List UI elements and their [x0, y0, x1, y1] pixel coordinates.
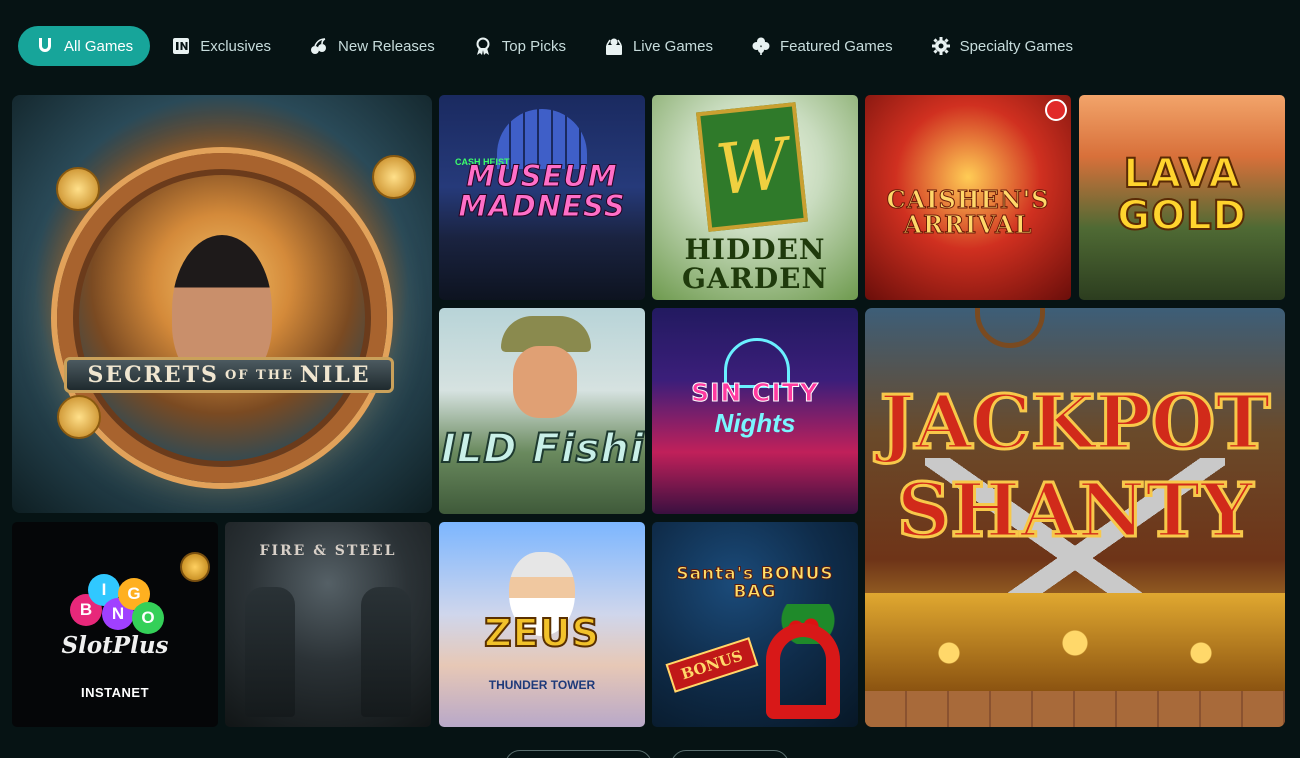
tile-art — [361, 587, 411, 717]
secondary-pager-button[interactable] — [671, 750, 789, 758]
game-subtitle: Nights — [714, 408, 796, 438]
game-title: ZEUS — [483, 611, 600, 655]
game-title-line-2: SHANTY — [895, 467, 1254, 556]
tab-exclusives[interactable]: Exclusives — [154, 26, 288, 66]
bingo-ball: O — [132, 602, 164, 634]
tab-specialty-games[interactable]: Specialty Games — [914, 26, 1090, 66]
bonus-tag: BONUS — [665, 637, 759, 693]
tab-label: New Releases — [338, 37, 435, 55]
tab-featured-games[interactable]: Featured Games — [734, 26, 910, 66]
game-tile-hidden-garden[interactable]: W HIDDEN GARDEN — [652, 95, 858, 300]
tile-art — [245, 587, 295, 717]
game-tile-jackpot-shanty[interactable]: JACKPOT SHANTY — [865, 308, 1285, 727]
game-title-line-1: JACKPOT — [878, 379, 1272, 468]
game-title: MUSEUM MADNESS — [458, 159, 626, 224]
provider-label: INSTANET — [80, 685, 150, 700]
tab-label: Featured Games — [780, 37, 893, 55]
game-title: CAISHEN'S ARRIVAL — [886, 185, 1050, 240]
coin-icon — [372, 155, 416, 199]
game-title: HIDDEN GARDEN — [681, 233, 829, 296]
coin-icon — [56, 167, 100, 211]
tile-art — [865, 691, 1285, 727]
game-title: LAVA GOLD — [1116, 151, 1247, 239]
game-tile-museum-madness[interactable]: CASH HEIST MUSEUM MADNESS — [439, 95, 645, 300]
coin-icon — [57, 395, 101, 439]
game-title: ILD Fishi — [440, 426, 645, 472]
game-tile-sin-city-nights[interactable]: SIN CITY Nights — [652, 308, 858, 514]
ship-wheel-icon — [975, 308, 1045, 348]
in-badge-icon — [171, 36, 191, 56]
gold-coins-art — [865, 593, 1285, 693]
game-title: SECRETS OF THE NILE — [64, 357, 394, 393]
game-tile-fire-and-steel[interactable]: FIRE & STEEL — [225, 522, 431, 727]
tab-all-games[interactable]: All Games — [18, 26, 151, 66]
category-nav: All Games Exclusives New Releases Top Pi… — [18, 26, 1090, 66]
book-icon: W — [696, 102, 808, 232]
clover-icon — [751, 36, 771, 56]
game-tile-wild-fishing[interactable]: ILD Fishi — [439, 308, 645, 514]
game-tile-zeus-thunder-tower[interactable]: ZEUS THUNDER TOWER — [439, 522, 645, 727]
cherries-icon — [309, 36, 329, 56]
tab-top-picks[interactable]: Top Picks — [456, 26, 583, 66]
award-ribbon-icon — [473, 36, 493, 56]
tab-label: Top Picks — [501, 37, 566, 55]
horseshoe-icon — [35, 36, 55, 56]
tab-label: Exclusives — [200, 37, 272, 55]
tile-art — [513, 346, 577, 418]
game-tile-lava-gold[interactable]: LAVA GOLD — [1079, 95, 1285, 300]
game-subtitle: THUNDER TOWER — [488, 678, 596, 692]
game-tile-secrets-of-the-nile[interactable]: SECRETS OF THE NILE — [12, 95, 432, 513]
game-title: FIRE & STEEL — [259, 543, 397, 559]
tab-label: All Games — [64, 37, 134, 55]
tab-new-releases[interactable]: New Releases — [292, 26, 452, 66]
horseshoe-icon — [766, 623, 840, 719]
tab-live-games[interactable]: Live Games — [587, 26, 730, 66]
game-title: SIN CITY — [691, 378, 819, 407]
game-title: SlotPlus — [61, 632, 169, 659]
game-title: Santa's BONUS BAG — [676, 564, 834, 602]
tab-label: Live Games — [632, 37, 714, 55]
dealer-icon — [604, 36, 624, 56]
game-tile-santas-bonus-bag[interactable]: Santa's BONUS BAG BONUS — [652, 522, 858, 727]
provider-badge-icon — [1045, 99, 1067, 121]
gear-icon — [931, 36, 951, 56]
game-tile-bingo-slotplus[interactable]: B I N G O SlotPlus INSTANET — [12, 522, 218, 727]
game-tile-caishens-arrival[interactable]: CAISHEN'S ARRIVAL — [865, 95, 1071, 300]
star-badge-icon — [180, 552, 210, 582]
tab-label: Specialty Games — [959, 37, 1073, 55]
load-more-button[interactable] — [505, 750, 652, 758]
